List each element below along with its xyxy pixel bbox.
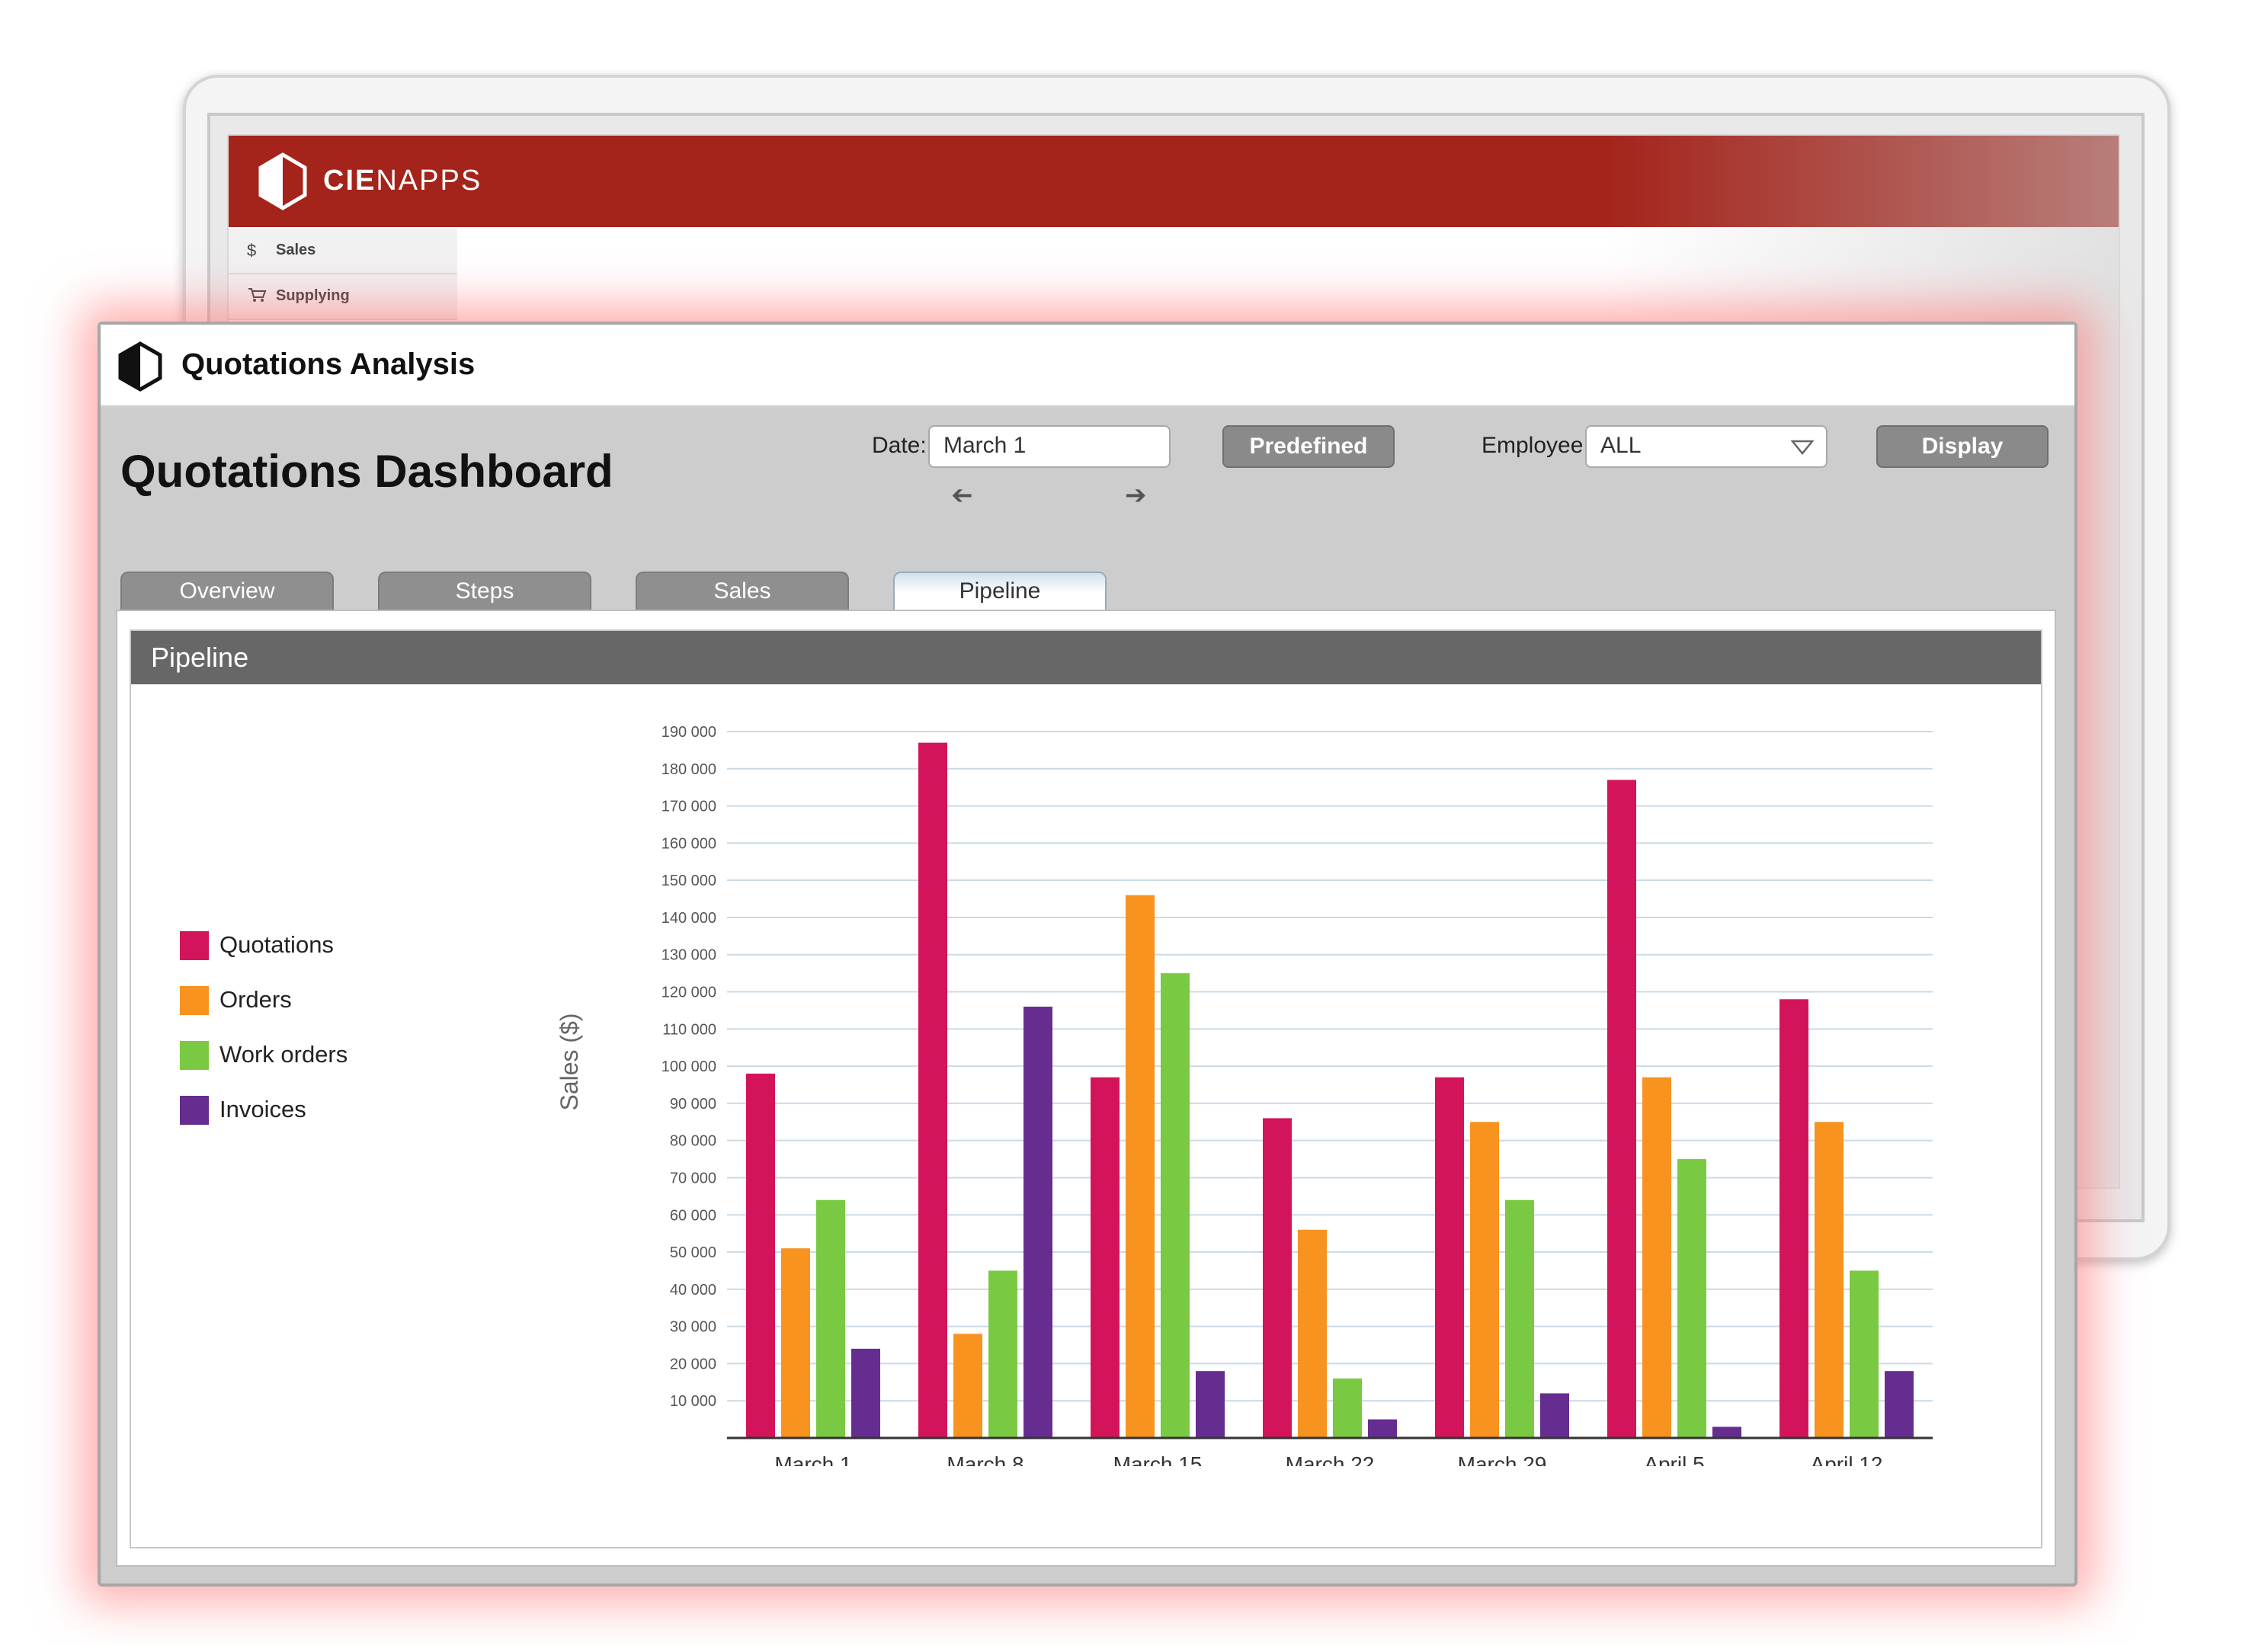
bar-quotations	[918, 742, 947, 1438]
bar-invoices	[1885, 1371, 1914, 1438]
y-tick-label: 140 000	[662, 910, 716, 927]
x-tick-label: March 1	[774, 1452, 851, 1466]
y-tick-label: 50 000	[670, 1244, 716, 1261]
bar-invoices	[1540, 1393, 1569, 1438]
date-field[interactable]: March 1	[928, 425, 1171, 468]
x-tick-label: April 12	[1811, 1452, 1883, 1466]
bar-work-orders	[988, 1270, 1017, 1438]
x-tick-label: April 5	[1644, 1452, 1704, 1466]
bar-work-orders	[1850, 1270, 1879, 1438]
bar-orders	[1642, 1077, 1671, 1438]
bar-orders	[1470, 1122, 1499, 1438]
bar-invoices	[1196, 1371, 1225, 1438]
tab-overview[interactable]: Overview	[120, 572, 334, 610]
tab-steps[interactable]: Steps	[378, 572, 591, 610]
employee-select-value: ALL	[1600, 433, 1642, 458]
bar-orders	[1126, 895, 1155, 1438]
menu-item-label: Supplying	[276, 287, 350, 304]
dollar-icon: $	[247, 241, 257, 260]
bar-quotations	[1263, 1118, 1292, 1438]
tab-pipeline[interactable]: Pipeline	[893, 572, 1107, 610]
bar-work-orders	[1505, 1199, 1534, 1438]
cienapps-logo-icon	[258, 152, 307, 210]
legend-label: Orders	[219, 986, 292, 1013]
bar-orders	[781, 1248, 810, 1438]
bar-quotations	[1435, 1077, 1464, 1438]
display-button[interactable]: Display	[1876, 425, 2049, 468]
y-axis-label: Sales ($)	[556, 1013, 583, 1110]
bar-invoices	[1023, 1007, 1052, 1438]
employee-label: Employee:	[1482, 433, 1590, 458]
menu-item-supplying[interactable]: Supplying	[229, 274, 457, 320]
y-tick-label: 160 000	[662, 835, 716, 852]
menu-item-sales[interactable]: $ Sales	[229, 229, 457, 274]
x-tick-label: March 8	[947, 1452, 1023, 1466]
previous-date-arrow-icon[interactable]: ➔	[951, 480, 973, 511]
app-hexagon-icon	[118, 341, 162, 392]
next-date-arrow-icon[interactable]: ➔	[1125, 480, 1147, 511]
y-tick-label: 130 000	[662, 947, 716, 964]
y-tick-label: 110 000	[662, 1021, 716, 1038]
window-title: Quotations Analysis	[181, 347, 476, 381]
quotations-window: Quotations Analysis Quotations Dashboard…	[98, 322, 2077, 1587]
pipeline-panel: Pipeline Quotations Orders Work orders I…	[130, 629, 2042, 1548]
y-tick-label: 150 000	[662, 873, 716, 889]
bar-quotations	[1091, 1077, 1120, 1438]
x-tick-label: March 22	[1286, 1452, 1375, 1466]
y-tick-label: 190 000	[662, 724, 716, 741]
bar-quotations	[1607, 780, 1636, 1438]
bar-work-orders	[1161, 973, 1190, 1438]
y-tick-label: 170 000	[662, 799, 716, 815]
tab-content-area: Pipeline Quotations Orders Work orders I…	[116, 610, 2056, 1567]
y-tick-label: 180 000	[662, 761, 716, 778]
bar-invoices	[851, 1348, 880, 1438]
y-tick-label: 80 000	[670, 1133, 716, 1150]
employee-select[interactable]: ALL	[1585, 425, 1828, 468]
bar-work-orders	[1333, 1378, 1362, 1438]
y-tick-label: 40 000	[670, 1282, 716, 1299]
bar-work-orders	[1677, 1159, 1706, 1438]
window-titlebar: Quotations Analysis	[101, 325, 2074, 407]
bar-work-orders	[816, 1199, 845, 1438]
app-logo-text: CIENAPPS	[323, 165, 482, 197]
bar-invoices	[1712, 1427, 1741, 1438]
legend-label: Invoices	[219, 1096, 306, 1122]
legend-swatch	[180, 1096, 209, 1125]
y-tick-label: 70 000	[670, 1170, 716, 1186]
cart-icon	[248, 288, 267, 302]
menu-item-label: Sales	[276, 242, 316, 258]
bar-invoices	[1368, 1419, 1397, 1438]
predefined-button[interactable]: Predefined	[1222, 425, 1395, 468]
panel-title: Pipeline	[131, 631, 2041, 684]
y-tick-label: 100 000	[662, 1058, 716, 1075]
legend-swatch	[180, 1041, 209, 1070]
date-label: Date:	[872, 433, 927, 458]
y-tick-label: 20 000	[670, 1356, 716, 1372]
bar-orders	[1298, 1229, 1327, 1438]
y-tick-label: 10 000	[670, 1393, 716, 1410]
bar-orders	[1815, 1122, 1844, 1438]
bar-quotations	[1779, 999, 1808, 1438]
pipeline-bar-chart: Sales ($) 10 000 20 000 30 000 40 000 50 000 6…	[556, 724, 1933, 1466]
page-title: Quotations Dashboard	[120, 446, 613, 497]
y-tick-label: 120 000	[662, 985, 716, 1001]
x-tick-label: March 29	[1458, 1452, 1547, 1466]
legend-swatch	[180, 986, 209, 1015]
y-tick-label: 90 000	[670, 1096, 716, 1113]
bar-orders	[953, 1334, 982, 1438]
y-tick-label: 30 000	[670, 1319, 716, 1336]
y-tick-label: 60 000	[670, 1207, 716, 1224]
x-tick-label: March 15	[1113, 1452, 1203, 1466]
chevron-down-icon	[1791, 440, 1814, 455]
legend-swatch	[180, 931, 209, 960]
tab-sales[interactable]: Sales	[636, 572, 849, 610]
bar-quotations	[746, 1073, 775, 1438]
